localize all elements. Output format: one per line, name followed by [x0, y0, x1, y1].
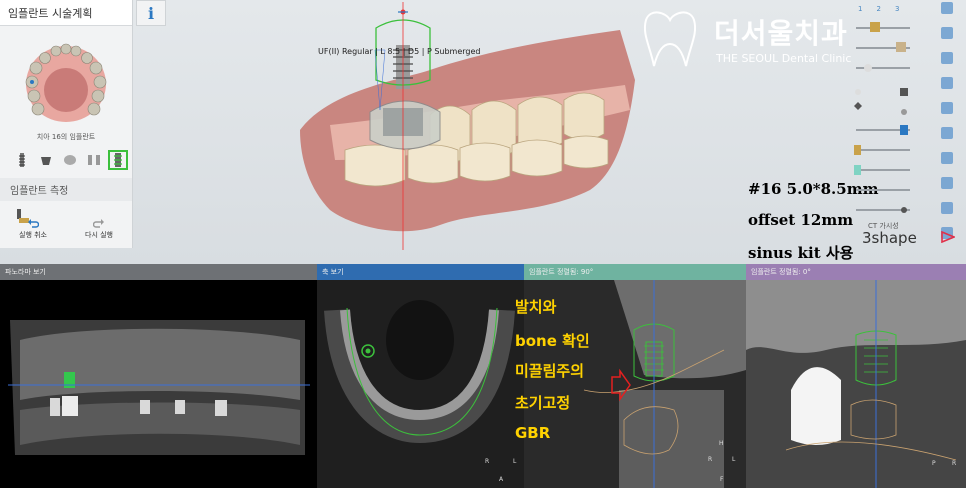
orient-label-p: P — [932, 460, 936, 467]
visibility-sliders[interactable] — [848, 2, 918, 232]
cross-section-90-image[interactable] — [524, 280, 746, 488]
view-front-icon[interactable] — [941, 77, 953, 89]
implant-tool-row — [0, 142, 132, 170]
orient-label-r: R — [485, 458, 490, 465]
cross-section-0-image[interactable] — [746, 280, 966, 488]
measure-section-label: 임플란트 측정 — [0, 178, 132, 201]
axial-view-title: 축 보기 — [317, 264, 524, 280]
copy-icon[interactable] — [941, 27, 953, 39]
dental-3d-model[interactable] — [290, 0, 650, 250]
cross-section-0-title: 임플란트 정렬됨: 0° — [746, 264, 966, 280]
clinic-name-korean: 더서울치과 — [714, 17, 848, 50]
snapshot-icon[interactable] — [941, 177, 953, 189]
right-toolbar — [936, 2, 958, 239]
redo-button[interactable]: 다시 실행 — [85, 218, 113, 240]
orient-label-h: H — [719, 440, 724, 447]
redo-label: 다시 실행 — [85, 231, 113, 239]
undo-label: 실행 취소 — [19, 231, 47, 239]
clinic-name-english: THE SEOUL Dental Clinic — [716, 52, 852, 65]
info-button[interactable]: i — [136, 0, 166, 26]
vendor-logo-triangle-icon — [941, 231, 955, 243]
multi-implant-icon[interactable] — [86, 152, 102, 168]
vendor-logo: 3shape — [862, 229, 917, 247]
crown-icon[interactable] — [62, 152, 78, 168]
redo-icon — [93, 219, 104, 228]
cross-section-0-view[interactable]: 임플란트 정렬됨: 0° P R — [746, 264, 966, 488]
hand-note-bone-check: bone 확인 — [515, 332, 590, 350]
orient-label-f: F — [720, 476, 724, 483]
implant-spec-label: UF(II) Regular | L 8.5 | D5 | P Submerge… — [318, 47, 481, 56]
layers-icon[interactable] — [941, 2, 953, 14]
cross-section-90-title: 임플란트 정렬됨: 90° — [524, 264, 746, 280]
orient-label-r: R — [708, 456, 713, 463]
panel-title: 임플란트 시술계획 — [0, 0, 132, 26]
jaw-thumbnail[interactable] — [14, 36, 118, 126]
axial-image[interactable] — [317, 280, 524, 488]
guide-sleeve-icon[interactable] — [108, 150, 128, 170]
camera-icon[interactable] — [941, 202, 953, 214]
view-top-icon[interactable] — [941, 127, 953, 139]
undo-icon — [28, 219, 39, 228]
hand-note-slip-caution: 미끌림주의 — [515, 362, 585, 380]
hand-note-primary-stability: 초기고정 — [515, 394, 571, 412]
panoramic-image[interactable] — [0, 280, 317, 488]
view-side-icon[interactable] — [941, 102, 953, 114]
thumbnail-caption: 치아 16의 임플란트 — [36, 133, 96, 141]
history-controls: 실행 취소 다시 실행 — [0, 218, 132, 240]
abutment-icon[interactable] — [38, 152, 54, 168]
reset-view-icon[interactable] — [941, 152, 953, 164]
duplicate-icon[interactable] — [941, 52, 953, 64]
implant-planning-panel: 임플란트 시술계획 치아 16의 임플란트 임플란트 측정 실행 취소 다시 실… — [0, 0, 133, 248]
orient-label-l: L — [732, 456, 736, 463]
panoramic-view-title: 파노라마 보기 — [0, 264, 317, 280]
offset-note: offset 12mm — [748, 211, 854, 229]
sinus-kit-note: sinus kit 사용 — [748, 244, 854, 262]
undo-button[interactable]: 실행 취소 — [19, 218, 47, 240]
hand-note-extraction-socket: 발치와 — [515, 298, 557, 316]
3d-viewport[interactable]: 임플란트 시술계획 치아 16의 임플란트 임플란트 측정 실행 취소 다시 실… — [0, 0, 966, 264]
hand-note-gbr: GBR — [515, 424, 551, 442]
orient-label-r: R — [952, 460, 957, 467]
axial-view[interactable]: 축 보기 R L A — [317, 264, 524, 488]
orient-label-l: L — [513, 458, 517, 465]
orient-label-a: A — [499, 476, 504, 483]
panoramic-view[interactable]: 파노라마 보기 — [0, 264, 317, 488]
app-window: 임플란트 시술계획 치아 16의 임플란트 임플란트 측정 실행 취소 다시 실… — [0, 0, 966, 488]
implant-icon[interactable] — [14, 152, 30, 168]
